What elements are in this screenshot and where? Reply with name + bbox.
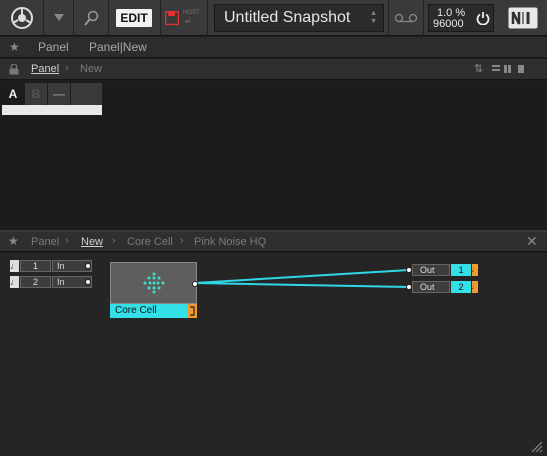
menu-dropdown-button[interactable] [44,0,74,36]
search-icon [83,10,98,26]
breadcrumb-separator: › [65,235,69,247]
ni-logo-icon [508,7,537,29]
chevron-down-icon [53,14,64,21]
panelset-bar: ★ Panel Panel|New [0,37,547,58]
output-number: 1 [451,264,471,276]
save-host-button[interactable]: HOST ↵ [160,0,208,36]
ni-logo[interactable] [498,0,547,36]
gear-icon[interactable]: ★ [8,234,19,248]
app-window: EDIT HOST ↵ Untitled Snapshot ▲ ▼ 1.0 % 9… [0,0,547,456]
host-label: HOST [183,10,200,16]
input-number: 1 [20,260,51,272]
breadcrumb-pink-noise-hq[interactable]: Pink Noise HQ [194,236,266,248]
panel-content-bar [2,105,102,115]
panel-tab-a[interactable]: A [2,83,24,105]
structure-breadcrumb: ★ Panel › New › Core Cell › Pink Noise H… [0,232,547,252]
breadcrumb-panel[interactable]: Panel [31,63,59,75]
reaktor-logo-button[interactable] [0,0,44,36]
breadcrumb-new[interactable]: New [81,236,103,248]
core-cell-module[interactable]: Core Cell [110,262,198,318]
panel-tab-minus[interactable]: — [48,83,70,105]
tape-button[interactable] [388,0,424,36]
panel-tab-b[interactable]: B [25,83,47,105]
breadcrumb-separator: › [112,235,116,247]
tape-icon [395,13,417,23]
main-toolbar: EDIT HOST ↵ Untitled Snapshot ▲ ▼ 1.0 % 9… [0,0,547,36]
panelset-item-panel-new[interactable]: Panel|New [89,40,147,54]
reaktor-logo-icon [10,7,33,29]
audio-port-icon: ♩ [472,281,479,293]
star-icon[interactable]: ★ [9,40,20,54]
output-label: Out [412,281,450,293]
structure-view: ♩ 1 In ♩ 2 In Core Cell Out 1 ♩ Out 2 ♩ [0,253,547,456]
panel-breadcrumb: Panel › New ⇅ [0,59,547,80]
panelset-item-panel[interactable]: Panel [38,40,69,54]
search-button[interactable] [75,0,109,36]
audio-port-icon: ♩ [10,260,19,272]
edit-button[interactable]: EDIT [116,9,152,27]
core-cell-label: Core Cell [110,304,187,318]
snapshot-selector[interactable]: Untitled Snapshot ▲ ▼ [214,4,384,32]
snapshot-name: Untitled Snapshot [224,9,351,26]
core-cell-body [110,262,198,304]
panel-tab-empty [71,83,102,105]
breadcrumb-panel[interactable]: Panel [31,236,59,248]
port-dot[interactable] [85,279,91,285]
output-label: Out [412,264,450,276]
breadcrumb-separator: › [180,235,184,247]
power-icon[interactable] [476,11,490,25]
resize-grip-icon[interactable] [529,439,543,453]
close-icon[interactable]: ✕ [526,233,538,250]
snapshot-stepper-icon: ▲ ▼ [370,10,377,25]
core-cell-type-icon [187,304,197,318]
lock-icon[interactable] [9,64,19,75]
breadcrumb-separator: › [65,62,69,74]
audio-port-icon: ♩ [10,276,19,288]
host-arrow-icon: ↵ [185,17,192,26]
breadcrumb-core-cell[interactable]: Core Cell [127,236,173,248]
audio-port-icon: ♩ [472,264,479,276]
panel-view: A B — [0,81,547,230]
core-cell-icon [143,272,165,294]
breadcrumb-new[interactable]: New [80,63,102,75]
sample-rate: 96000 [433,18,464,30]
cpu-meter: 1.0 % 96000 [428,4,494,32]
port-dot[interactable] [85,263,91,269]
port-dot[interactable] [192,281,198,287]
output-number: 2 [451,281,471,293]
save-icon [165,11,179,25]
swap-icon[interactable]: ⇅ [474,62,483,75]
input-number: 2 [20,276,51,288]
layout-icons[interactable] [492,65,532,75]
